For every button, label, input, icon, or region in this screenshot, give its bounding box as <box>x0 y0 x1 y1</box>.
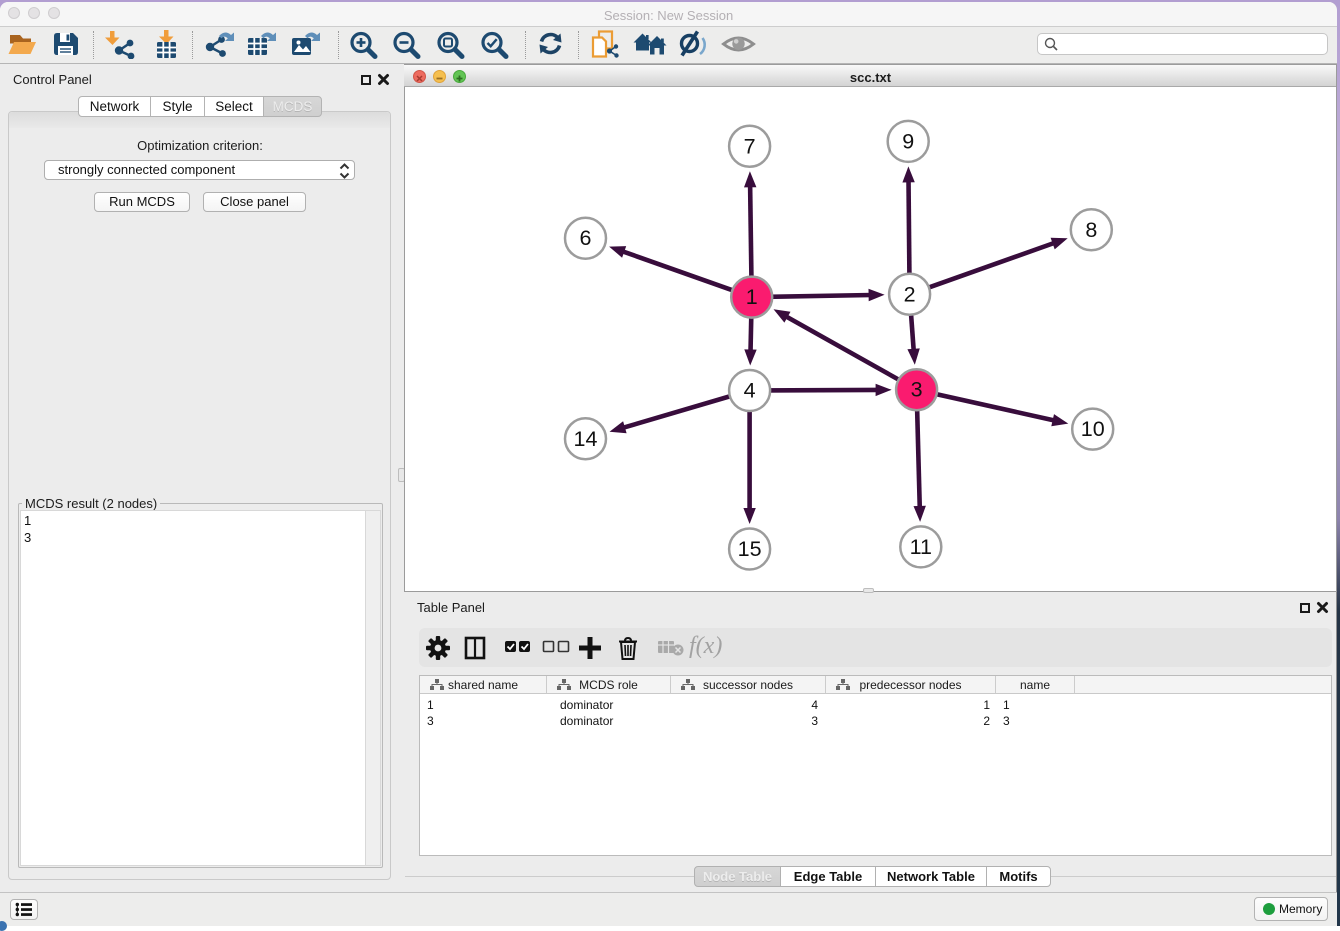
svg-text:7: 7 <box>744 134 756 158</box>
svg-text:11: 11 <box>910 535 932 559</box>
svg-text:Memory: Memory <box>1279 902 1322 916</box>
svg-text:1: 1 <box>746 285 758 309</box>
svg-text:4: 4 <box>744 379 756 403</box>
svg-text:3: 3 <box>911 378 923 402</box>
svg-text:2: 2 <box>904 282 916 306</box>
svg-text:10: 10 <box>1081 417 1105 441</box>
svg-text:8: 8 <box>1085 218 1097 242</box>
svg-text:15: 15 <box>738 537 762 561</box>
svg-text:9: 9 <box>902 129 914 153</box>
svg-text:14: 14 <box>574 427 598 451</box>
svg-text:6: 6 <box>580 226 592 250</box>
